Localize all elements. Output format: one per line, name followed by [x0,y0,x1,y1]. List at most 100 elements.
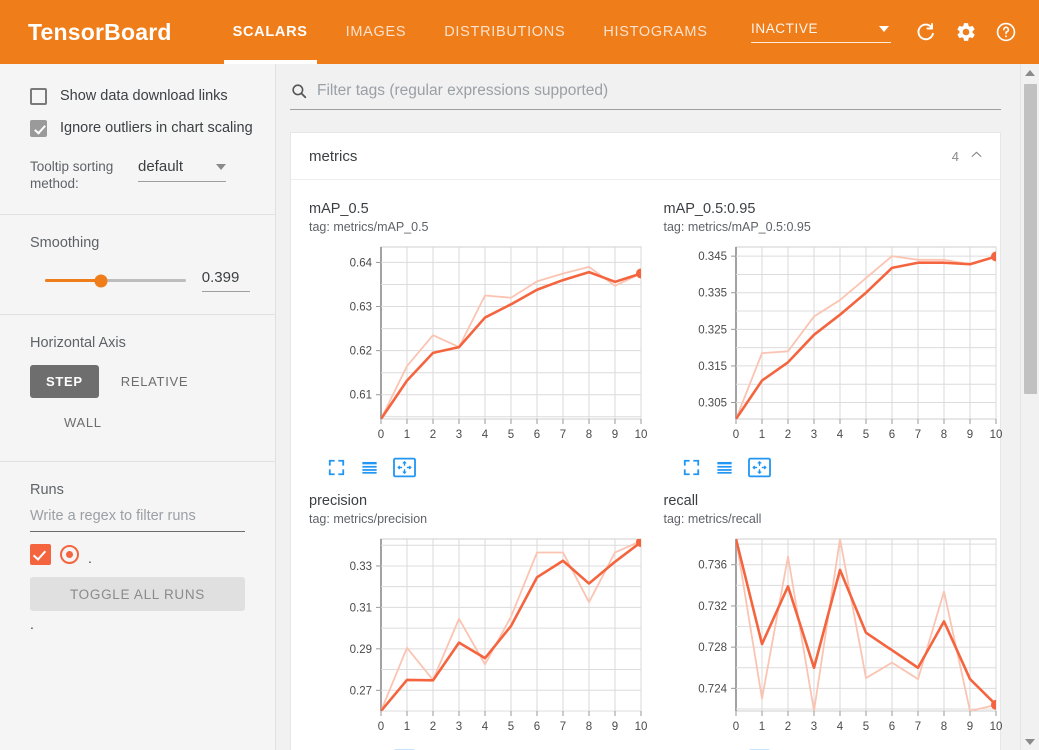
line-chart-svg[interactable]: 0.305 0.315 0.325 0.335 0.345 0 1 2 3 4 5 6 7 8 9 10 [664,241,1004,446]
show-download-links-row[interactable]: Show data download links [0,82,275,110]
fullscreen-icon[interactable] [682,458,701,477]
toggle-all-runs-button[interactable]: TOGGLE ALL RUNS [30,577,245,611]
main-tabs: SCALARS IMAGES DISTRIBUTIONS HISTOGRAMS [214,0,727,64]
chart-plot[interactable]: 0.27 0.29 0.31 0.33 0 1 2 3 4 5 6 7 8 9 10 [309,533,647,743]
line-chart-svg[interactable]: 0.270.290.310.330 1 2 3 4 5 6 7 8 9 10 [309,533,649,738]
refresh-button[interactable] [909,15,943,49]
horizontal-axis-label: Horizontal Axis [30,335,126,351]
help-button[interactable] [989,15,1023,49]
svg-text:6: 6 [888,721,894,733]
top-bar-actions: INACTIVE [751,0,1023,64]
gear-icon [957,23,975,41]
svg-text:7: 7 [914,721,920,733]
help-icon [996,22,1016,42]
tensorboard-app: TensorBoard SCALARS IMAGES DISTRIBUTIONS… [0,0,1039,750]
chart-grid: mAP_0.5 tag: metrics/mAP_0.5 0.61 0.62 0.6… [291,180,1002,750]
chart-toolbar [664,451,993,478]
smoothing-slider-fill [45,279,102,282]
chart-cell: precision tag: metrics/precision 0.27 0.2… [291,482,647,750]
svg-text:9: 9 [612,429,618,441]
reload-mode-dropdown[interactable]: INACTIVE [751,21,891,43]
search-icon [290,82,308,100]
settings-button[interactable] [949,15,983,49]
svg-text:0.33: 0.33 [350,561,372,573]
svg-text:0.61: 0.61 [350,390,372,402]
svg-text:10: 10 [989,721,1002,733]
fit-domain-icon[interactable] [747,457,771,478]
run-enabled-checkbox[interactable] [30,544,51,565]
ignore-outliers-checkbox[interactable] [30,119,47,137]
svg-text:10: 10 [989,429,1002,441]
smoothing-slider-handle[interactable] [94,274,108,287]
svg-text:0.62: 0.62 [350,346,372,358]
runs-filter-input[interactable]: Write a regex to filter runs [30,508,245,532]
svg-text:0: 0 [732,429,738,441]
chart-title: mAP_0.5 [309,201,369,217]
svg-text:7: 7 [560,721,566,733]
fit-domain-icon[interactable] [393,457,416,478]
axis-button-step[interactable]: STEP [30,365,99,398]
axis-button-relative[interactable]: RELATIVE [105,365,205,398]
chart-plot[interactable]: 0.305 0.315 0.325 0.335 0.345 0 1 2 3 4 5 6 7 8 9 10 [664,241,1002,451]
data-table-icon[interactable] [714,458,735,477]
svg-text:1: 1 [758,429,764,441]
tab-histograms[interactable]: HISTOGRAMS [584,0,726,64]
show-download-links-label: Show data download links [60,88,228,104]
tag-filter-input[interactable]: Filter tags (regular expressions support… [317,82,608,100]
chart-tag: tag: metrics/precision [309,512,428,526]
chart-plot[interactable]: 0.61 0.62 0.63 0.64 0 1 2 3 4 5 6 7 8 9 10 [309,241,647,451]
show-download-links-checkbox[interactable] [30,87,47,105]
chart-cell: mAP_0.5:0.95 tag: metrics/mAP_0.5:0.95 0… [646,190,1002,482]
smoothing-slider[interactable] [45,274,186,287]
triangle-down-icon [1025,738,1035,745]
scroll-down-button[interactable] [1021,733,1039,750]
vertical-scrollbar[interactable] [1020,64,1039,750]
metrics-card-header-right: 4 [952,147,984,165]
chart-title: precision [309,493,368,509]
run-list-item[interactable]: . [0,532,275,565]
chevron-up-icon[interactable] [969,147,984,165]
svg-text:0.732: 0.732 [698,601,727,613]
tab-scalars[interactable]: SCALARS [214,0,327,64]
tab-distributions[interactable]: DISTRIBUTIONS [425,0,584,64]
svg-text:7: 7 [560,429,566,441]
svg-text:0.29: 0.29 [350,644,372,656]
svg-text:0.736: 0.736 [698,560,727,572]
svg-text:0.63: 0.63 [350,302,372,314]
svg-text:3: 3 [810,721,816,733]
axis-button-wall[interactable]: WALL [48,406,118,439]
svg-text:5: 5 [508,721,514,733]
runs-label: Runs [30,482,64,498]
svg-text:0.31: 0.31 [350,602,372,614]
horizontal-axis-buttons-2: WALL [0,398,275,439]
tab-scalars-label: SCALARS [232,24,308,40]
metrics-card-header[interactable]: metrics 4 [291,133,1000,180]
svg-text:1: 1 [404,429,410,441]
chart-cell: recall tag: metrics/recall 0.724 0.728 0.7… [646,482,1002,750]
refresh-icon [917,22,934,41]
line-chart-svg[interactable]: 0.610.620.630.640 1 2 3 4 5 6 7 8 9 10 [309,241,649,446]
tab-images[interactable]: IMAGES [327,0,426,64]
chart-tag: tag: metrics/recall [663,512,762,526]
scroll-up-button[interactable] [1021,64,1039,81]
svg-text:6: 6 [534,721,540,733]
line-chart-svg[interactable]: 0.724 0.728 0.732 0.736 0 1 2 3 4 5 6 7 8 9 10 [664,533,1004,738]
chart-cell: mAP_0.5 tag: metrics/mAP_0.5 0.61 0.62 0.6… [291,190,647,482]
chart-title: recall [663,493,699,509]
svg-text:2: 2 [784,429,790,441]
run-color-radio[interactable] [60,545,79,564]
svg-text:8: 8 [940,721,946,733]
svg-text:3: 3 [810,429,816,441]
chart-plot[interactable]: 0.724 0.728 0.732 0.736 0 1 2 3 4 5 6 7 8 9 10 [664,533,1002,743]
data-table-icon[interactable] [359,458,380,477]
fullscreen-icon[interactable] [327,458,346,477]
svg-text:0.728: 0.728 [698,642,727,654]
tab-histograms-label: HISTOGRAMS [603,24,708,40]
smoothing-value-input[interactable]: 0.399 [201,269,250,292]
tooltip-sorting-select[interactable]: default [138,158,226,182]
ignore-outliers-row[interactable]: Ignore outliers in chart scaling [0,114,275,142]
chevron-down-icon [216,163,226,170]
scrollbar-thumb[interactable] [1024,84,1037,394]
svg-text:6: 6 [888,429,894,441]
svg-text:3: 3 [456,721,462,733]
